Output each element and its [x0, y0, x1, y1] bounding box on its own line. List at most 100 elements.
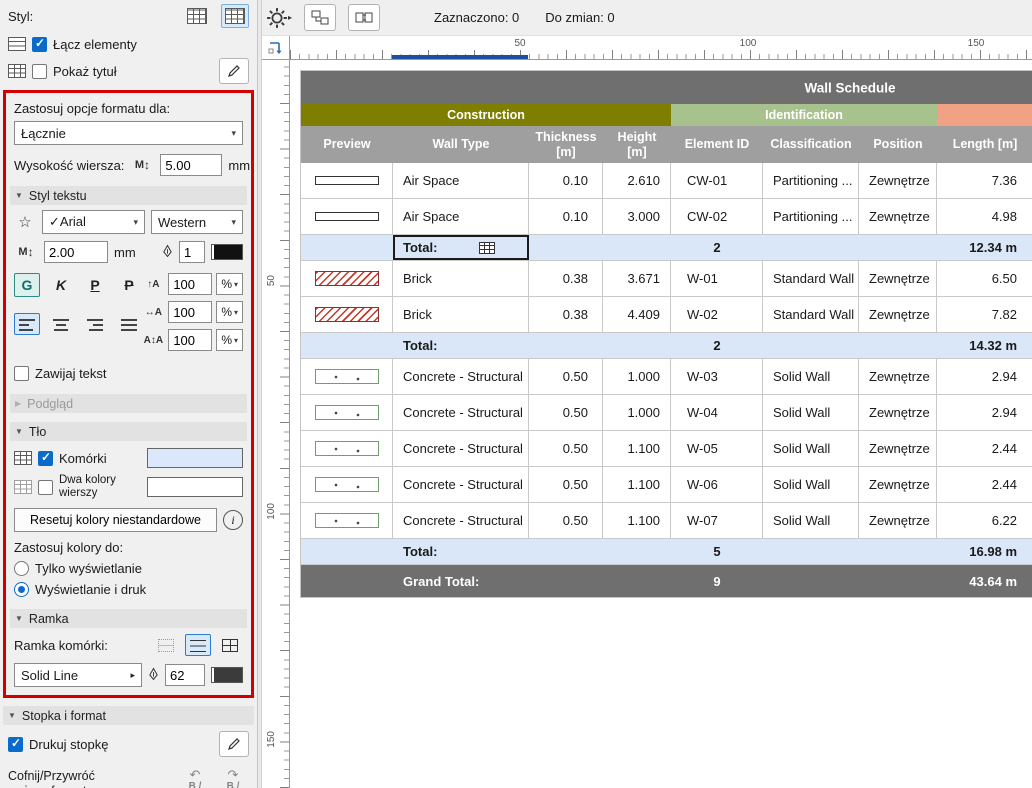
preview-cell[interactable]: [301, 503, 393, 538]
element-id-cell[interactable]: W-05: [671, 431, 763, 466]
font-size-input[interactable]: [44, 241, 108, 263]
wall-type-cell[interactable]: Concrete - Structural: [393, 467, 529, 502]
preview-cell[interactable]: [301, 359, 393, 394]
height-cell[interactable]: 1.100: [603, 503, 671, 538]
bold-button[interactable]: G: [14, 273, 40, 297]
frame-pen-input[interactable]: [165, 664, 205, 686]
display-and-print-option[interactable]: Wyświetlanie i druk: [6, 579, 251, 600]
width-scale-input[interactable]: [168, 301, 212, 323]
width-percent-unit[interactable]: %▾: [216, 301, 243, 323]
height-cell[interactable]: 2.610: [603, 163, 671, 198]
thickness-cell[interactable]: 0.50: [529, 431, 603, 466]
wall-type-cell[interactable]: Brick: [393, 297, 529, 332]
total-label-cell[interactable]: Total:: [393, 235, 529, 260]
thickness-cell[interactable]: 0.38: [529, 297, 603, 332]
apply-changes-button[interactable]: [348, 4, 380, 31]
line-spacing-input[interactable]: [168, 329, 212, 351]
edit-title-button[interactable]: [219, 58, 249, 84]
position-cell[interactable]: Zewnętrze: [859, 199, 937, 234]
element-id-cell[interactable]: CW-01: [671, 163, 763, 198]
empty-cell[interactable]: [301, 565, 393, 597]
empty-cell[interactable]: [763, 235, 859, 260]
height-cell[interactable]: 1.100: [603, 467, 671, 502]
underline-button[interactable]: P: [82, 273, 108, 297]
preview-cell[interactable]: [301, 467, 393, 502]
position-cell[interactable]: Zewnętrze: [859, 261, 937, 296]
wall-type-cell[interactable]: Concrete - Structural: [393, 431, 529, 466]
preview-cell[interactable]: [301, 395, 393, 430]
empty-cell[interactable]: [301, 333, 393, 358]
length-cell[interactable]: 6.22: [937, 503, 1032, 538]
element-id-cell[interactable]: CW-02: [671, 199, 763, 234]
undo-format-button[interactable]: ↶ B /: [179, 769, 211, 788]
column-header-height[interactable]: Height[m]: [603, 126, 671, 163]
length-cell[interactable]: 6.50: [937, 261, 1032, 296]
empty-cell[interactable]: [763, 565, 859, 597]
classification-cell[interactable]: Standard Wall: [763, 261, 859, 296]
align-center-button[interactable]: [48, 313, 74, 335]
total-count-cell[interactable]: 2: [671, 333, 763, 358]
empty-cell[interactable]: [763, 333, 859, 358]
length-cell[interactable]: 2.44: [937, 431, 1032, 466]
empty-cell[interactable]: [859, 333, 937, 358]
wall-type-cell[interactable]: Brick: [393, 261, 529, 296]
element-id-cell[interactable]: W-06: [671, 467, 763, 502]
thickness-cell[interactable]: 0.38: [529, 261, 603, 296]
frame-horizontal-button[interactable]: [185, 634, 211, 656]
total-count-cell[interactable]: 9: [671, 565, 763, 597]
total-length-cell[interactable]: 16.98 m: [937, 539, 1032, 564]
classification-cell[interactable]: Solid Wall: [763, 431, 859, 466]
height-cell[interactable]: 1.000: [603, 359, 671, 394]
wall-type-cell[interactable]: Air Space: [393, 199, 529, 234]
column-header-preview[interactable]: Preview: [301, 126, 393, 163]
preview-cell[interactable]: [301, 199, 393, 234]
empty-cell[interactable]: [529, 539, 603, 564]
script-select[interactable]: Western ▾: [151, 210, 243, 234]
classification-cell[interactable]: Partitioning ...: [763, 199, 859, 234]
wall-type-cell[interactable]: Air Space: [393, 163, 529, 198]
ruler-origin-button[interactable]: [262, 36, 290, 60]
length-cell[interactable]: 7.82: [937, 297, 1032, 332]
spacing-percent-unit[interactable]: %▾: [216, 329, 243, 351]
scheme-settings-button[interactable]: ▸: [266, 7, 292, 29]
empty-cell[interactable]: [603, 539, 671, 564]
total-label-cell[interactable]: Total:: [393, 539, 529, 564]
length-cell[interactable]: 2.94: [937, 359, 1032, 394]
empty-cell[interactable]: [603, 565, 671, 597]
height-cell[interactable]: 1.100: [603, 431, 671, 466]
element-id-cell[interactable]: W-02: [671, 297, 763, 332]
position-cell[interactable]: Zewnętrze: [859, 297, 937, 332]
height-cell[interactable]: 1.000: [603, 395, 671, 430]
edit-footer-button[interactable]: [219, 731, 249, 757]
element-id-cell[interactable]: W-03: [671, 359, 763, 394]
redo-format-button[interactable]: ↷ B /: [217, 769, 249, 788]
element-id-cell[interactable]: W-01: [671, 261, 763, 296]
grid-view-button[interactable]: [183, 4, 211, 28]
cells-color-swatch[interactable]: [147, 448, 243, 468]
show-title-checkbox[interactable]: [32, 64, 47, 79]
row-height-input[interactable]: [160, 154, 222, 176]
wall-type-cell[interactable]: Concrete - Structural: [393, 359, 529, 394]
row-color-swatch[interactable]: [147, 477, 243, 497]
display-only-option[interactable]: Tylko wyświetlanie: [6, 558, 251, 579]
strikethrough-button[interactable]: P: [116, 273, 142, 297]
classification-cell[interactable]: Solid Wall: [763, 503, 859, 538]
preview-cell[interactable]: [301, 297, 393, 332]
thickness-cell[interactable]: 0.50: [529, 467, 603, 502]
column-header-element-id[interactable]: Element ID: [671, 126, 763, 163]
element-id-cell[interactable]: W-04: [671, 395, 763, 430]
wrap-text-checkbox[interactable]: [14, 366, 29, 381]
frame-none-button[interactable]: [153, 634, 179, 656]
align-right-button[interactable]: [82, 313, 108, 335]
preview-cell[interactable]: [301, 261, 393, 296]
element-id-cell[interactable]: W-07: [671, 503, 763, 538]
empty-cell[interactable]: [859, 565, 937, 597]
column-header-classification[interactable]: Classification: [763, 126, 859, 163]
empty-cell[interactable]: [859, 539, 937, 564]
column-header-position[interactable]: Position: [859, 126, 937, 163]
length-cell[interactable]: 7.36: [937, 163, 1032, 198]
merge-elements-checkbox[interactable]: [32, 37, 47, 52]
total-length-cell[interactable]: 43.64 m: [937, 565, 1032, 597]
apply-format-select[interactable]: Łącznie ▾: [14, 121, 243, 145]
select-on-plan-button[interactable]: [304, 4, 336, 31]
